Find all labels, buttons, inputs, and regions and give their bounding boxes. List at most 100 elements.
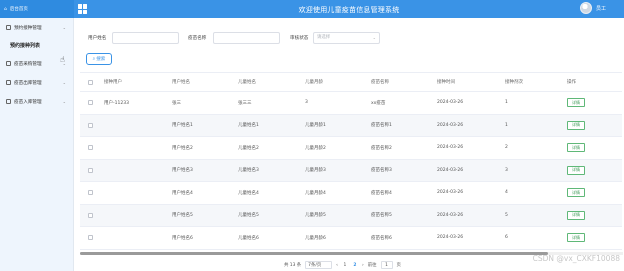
table-cell: 儿童月龄4 xyxy=(305,190,326,196)
top-header: 欢迎使用儿童疫苗信息管理系统 员工 xyxy=(74,0,624,18)
folder-icon xyxy=(6,99,11,104)
column-header[interactable]: 接种剂次 xyxy=(502,73,564,91)
table-cell: 2 xyxy=(505,145,508,151)
sidebar-item-appointment[interactable]: 预约接种管理 ⌄ xyxy=(0,18,73,37)
user-name-label: 用户姓名 xyxy=(88,36,107,41)
detail-button[interactable]: 详情 xyxy=(567,165,585,175)
detail-button[interactable]: 详情 xyxy=(567,98,585,108)
table-cell: 儿童姓名6 xyxy=(238,235,259,241)
table-cell: 2024-03-26 xyxy=(437,235,464,241)
table-cell: 3 xyxy=(505,167,508,173)
table-cell: 儿童姓名3 xyxy=(238,168,259,174)
table-cell: 儿童月龄5 xyxy=(305,213,326,219)
table-row[interactable]: 用户姓名5 儿童姓名5 儿童月龄5 疫苗名称5 2024-03-26 5 详情 xyxy=(80,204,622,227)
table-cell: 3 xyxy=(305,100,308,106)
table-cell: 2024-03-26 xyxy=(437,100,464,106)
column-header[interactable]: 儿童月龄 xyxy=(302,73,368,91)
table-cell: 用户姓名3 xyxy=(172,168,193,174)
table-cell: 儿童姓名5 xyxy=(238,213,259,219)
scrollbar-thumb[interactable] xyxy=(80,252,548,255)
row-checkbox[interactable] xyxy=(88,122,93,128)
user-name[interactable]: 员工 xyxy=(596,5,606,12)
sidebar-item-outbound[interactable]: 疫苗出库管理 ⌄ xyxy=(0,73,73,92)
column-header[interactable]: 接种用户 xyxy=(101,73,169,91)
table-cell: 5 xyxy=(505,212,508,218)
goto-label: 前往 xyxy=(367,263,377,268)
table-cell: 儿童月龄1 xyxy=(305,123,326,129)
table-cell: 儿童姓名1 xyxy=(238,123,259,129)
table-cell: 疫苗名称6 xyxy=(371,235,392,241)
page-number-current[interactable]: 2 xyxy=(352,263,358,268)
chevron-down-icon: ⌄ xyxy=(62,25,66,30)
select-all-checkbox[interactable] xyxy=(88,79,93,85)
next-page-icon[interactable]: › xyxy=(362,263,364,268)
table-cell: 疫苗名称2 xyxy=(371,145,392,151)
row-checkbox[interactable] xyxy=(88,212,93,218)
row-checkbox[interactable] xyxy=(88,235,93,241)
table-cell: 儿童月龄6 xyxy=(305,235,326,241)
user-menu[interactable]: 员工 xyxy=(579,2,606,14)
app-window: ⌂ 后台首页 欢迎使用儿童疫苗信息管理系统 员工 预约接种管理 ⌄ 预约接种列表… xyxy=(0,0,624,271)
watermark: CSDN @vx_CXKF10088 xyxy=(532,254,620,263)
table-cell: 1 xyxy=(505,100,508,106)
search-icon: ⌕ xyxy=(92,57,96,62)
row-checkbox[interactable] xyxy=(88,167,93,173)
user-name-input[interactable] xyxy=(112,32,179,44)
sidebar-header[interactable]: ⌂ 后台首页 xyxy=(0,0,74,18)
column-header[interactable]: 儿童姓名 xyxy=(235,73,302,91)
table-row[interactable]: 用户-11233 张三 张三三 3 xx疫苗 2024-03-26 1 详情 xyxy=(80,92,622,115)
chevron-down-icon: ⌄ xyxy=(62,99,66,104)
audit-status-select[interactable]: 请选择 ⌄ xyxy=(313,32,380,44)
row-checkbox[interactable] xyxy=(88,145,93,151)
chevron-down-icon: ⌄ xyxy=(372,35,376,40)
total-count: 共 13 条 xyxy=(284,263,302,268)
table-cell xyxy=(101,182,169,204)
app-title: 欢迎使用儿童疫苗信息管理系统 xyxy=(298,6,400,14)
row-checkbox[interactable] xyxy=(88,100,93,106)
home-link[interactable]: 后台首页 xyxy=(10,6,28,12)
table-row[interactable]: 用户姓名4 儿童姓名4 儿童月龄4 疫苗名称4 2024-03-26 4 详情 xyxy=(80,182,622,205)
audit-status-label: 审核状态 xyxy=(290,36,309,41)
detail-button[interactable]: 详情 xyxy=(567,233,585,243)
column-header: 操作 xyxy=(567,80,576,85)
table-cell: 儿童姓名2 xyxy=(238,145,259,151)
table-cell: 1 xyxy=(505,122,508,128)
table-cell: 疫苗名称3 xyxy=(371,168,392,174)
table-cell: 疫苗名称1 xyxy=(371,123,392,129)
column-header[interactable]: 用户姓名 xyxy=(169,73,235,91)
row-checkbox[interactable] xyxy=(88,190,93,196)
page-suffix: 页 xyxy=(396,263,401,268)
vaccine-name-label: 疫苗名称 xyxy=(188,36,207,41)
detail-button[interactable]: 详情 xyxy=(567,143,585,153)
table-row[interactable]: 用户姓名3 儿童姓名3 儿童月龄3 疫苗名称3 2024-03-26 3 详情 xyxy=(80,159,622,182)
page-number[interactable]: 1 xyxy=(342,263,348,268)
table-cell: 用户姓名1 xyxy=(172,123,193,129)
goto-page-input[interactable]: 1 xyxy=(380,261,393,269)
table-cell: 4 xyxy=(505,190,508,196)
page-size-select[interactable]: 7条/页 xyxy=(305,261,333,269)
search-button[interactable]: ⌕ 搜索 xyxy=(86,53,112,65)
detail-button[interactable]: 详情 xyxy=(567,120,585,130)
column-header[interactable]: 疫苗名称 xyxy=(368,73,434,91)
folder-icon xyxy=(6,25,11,30)
table-cell: 儿童月龄2 xyxy=(305,145,326,151)
table-cell: 疫苗名称4 xyxy=(371,190,392,196)
folder-icon xyxy=(6,61,11,66)
table-row[interactable]: 用户姓名6 儿童姓名6 儿童月龄6 疫苗名称6 2024-03-26 6 详情 xyxy=(80,227,622,250)
sidebar-item-inbound[interactable]: 疫苗入库管理 ⌄ xyxy=(0,92,73,111)
table-cell xyxy=(101,160,169,182)
column-header[interactable]: 接种时间 xyxy=(434,73,502,91)
table-cell: 用户姓名5 xyxy=(172,213,193,219)
table-row[interactable]: 用户姓名2 儿童姓名2 儿童月龄2 疫苗名称2 2024-03-26 2 详情 xyxy=(80,137,622,160)
avatar[interactable] xyxy=(579,2,592,14)
table-cell: 用户-11233 xyxy=(104,100,129,106)
table-row[interactable]: 用户姓名1 儿童姓名1 儿童月龄1 疫苗名称1 2024-03-26 1 详情 xyxy=(80,114,622,137)
detail-button[interactable]: 详情 xyxy=(567,210,585,220)
sidebar-item-appointment-list[interactable]: 预约接种列表 xyxy=(0,37,73,54)
table-cell: xx疫苗 xyxy=(371,100,386,106)
prev-page-icon[interactable]: ‹ xyxy=(336,263,338,268)
vaccine-name-input[interactable] xyxy=(213,32,280,44)
table-body: 用户-11233 张三 张三三 3 xx疫苗 2024-03-26 1 详情 用户姓名1 儿童姓名… xyxy=(80,92,622,250)
detail-button[interactable]: 详情 xyxy=(567,188,585,198)
pagination: 共 13 条 7条/页 ‹ 1 2 › 前往 1 页 xyxy=(284,261,401,269)
